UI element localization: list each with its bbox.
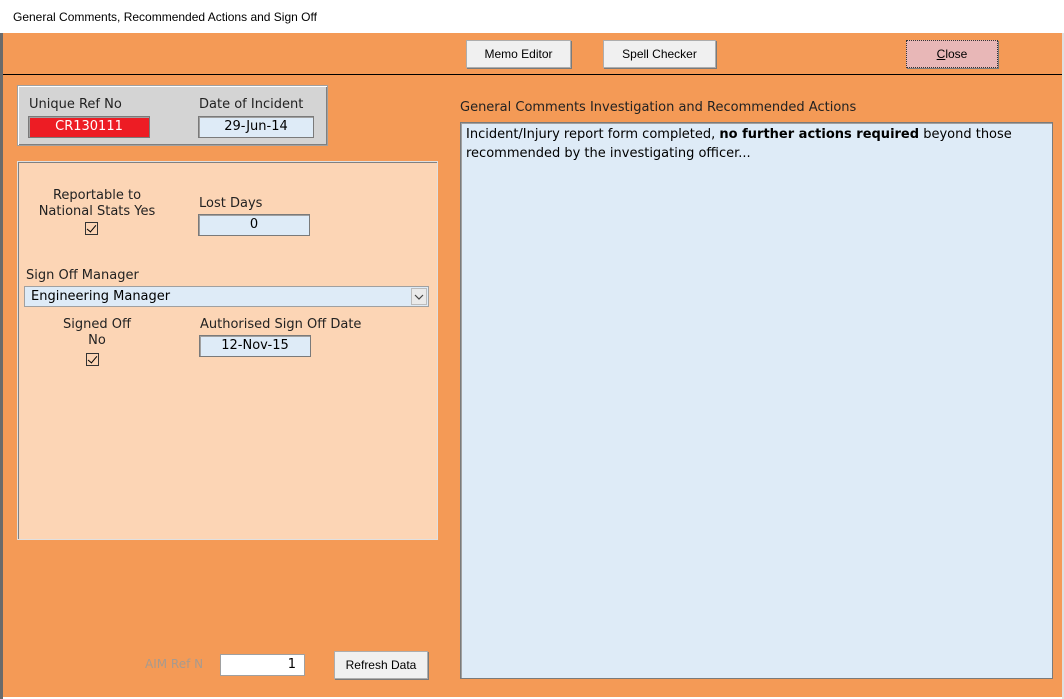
aim-ref-field[interactable]: 1 xyxy=(220,654,305,676)
memo-editor-button-label: Memo Editor xyxy=(484,47,553,61)
close-button[interactable]: Close xyxy=(906,40,998,68)
refresh-data-button-label: Refresh Data xyxy=(345,658,417,672)
unique-ref-label: Unique Ref No xyxy=(29,97,122,112)
incident-ref-panel: Unique Ref No CR130111 Date of Incident … xyxy=(17,85,328,146)
aim-ref-label: AIM Ref N xyxy=(145,657,204,671)
sign-off-manager-label: Sign Off Manager xyxy=(26,268,139,283)
comments-label: General Comments Investigation and Recom… xyxy=(460,100,857,115)
lost-days-field[interactable]: 0 xyxy=(198,214,310,236)
comments-text-start: Incident/Injury report form completed, xyxy=(466,127,720,142)
sign-off-manager-value: Engineering Manager xyxy=(31,289,171,304)
signed-off-label-line1: Signed Off xyxy=(63,317,131,332)
lost-days-label: Lost Days xyxy=(199,196,263,211)
comments-text-bold: no further actions required xyxy=(719,127,920,142)
spell-checker-button-label: Spell Checker xyxy=(622,47,697,61)
sign-off-form: Memo Editor Spell Checker Close Unique R… xyxy=(3,33,1062,697)
signed-off-label-line2: No xyxy=(88,333,106,348)
sign-off-details-panel: Reportable to National Stats Yes Lost Da… xyxy=(17,161,438,540)
spell-checker-button[interactable]: Spell Checker xyxy=(603,40,716,68)
reportable-label-line1: Reportable to xyxy=(52,188,142,203)
authorised-date-label: Authorised Sign Off Date xyxy=(200,317,362,332)
date-of-incident-field[interactable]: 29-Jun-14 xyxy=(198,116,314,138)
window-title: General Comments, Recommended Actions an… xyxy=(13,10,317,24)
header-divider xyxy=(3,74,1062,75)
close-button-label: lose xyxy=(945,47,968,61)
window-titlebar: General Comments, Recommended Actions an… xyxy=(0,0,1064,33)
reportable-label-line2: National Stats Yes xyxy=(38,204,156,219)
refresh-data-button[interactable]: Refresh Data xyxy=(334,651,428,679)
close-button-accelerator: C xyxy=(936,47,946,61)
reportable-checkbox[interactable] xyxy=(85,222,98,235)
comments-textarea[interactable]: Incident/Injury report form completed, n… xyxy=(460,122,1053,679)
sign-off-manager-select[interactable]: Engineering Manager xyxy=(24,286,429,307)
date-of-incident-label: Date of Incident xyxy=(199,97,304,112)
authorised-date-field[interactable]: 12-Nov-15 xyxy=(199,335,311,357)
unique-ref-field[interactable]: CR130111 xyxy=(28,116,150,138)
signed-off-checkbox[interactable] xyxy=(86,353,99,366)
chevron-down-icon[interactable] xyxy=(411,288,427,305)
memo-editor-button[interactable]: Memo Editor xyxy=(466,40,571,68)
